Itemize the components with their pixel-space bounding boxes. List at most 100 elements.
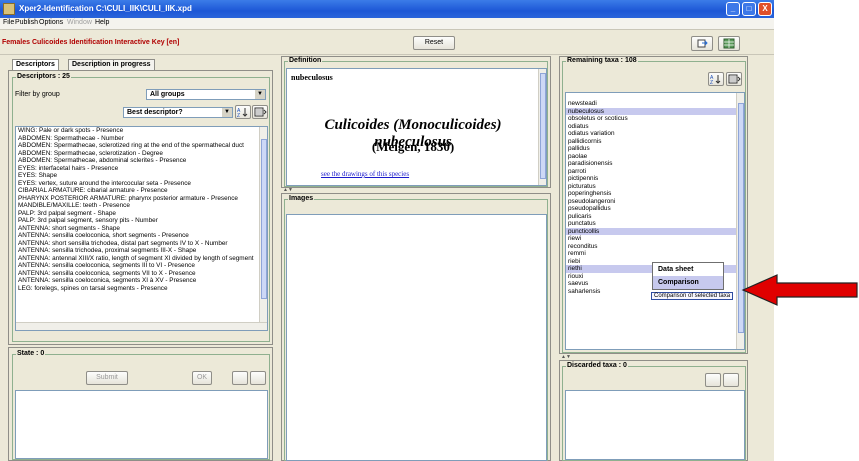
descriptor-item[interactable]: PHARYNX POSTERIOR ARMATURE: pharynx post… — [16, 195, 267, 203]
app-window: Xper2-Identification C:\CULI_IIK\CULI_II… — [0, 0, 774, 461]
descriptor-item[interactable]: ANTENNA: sensilla coeloconica, segments … — [16, 270, 267, 278]
states-group: State : 0 Submit OK — [12, 350, 270, 460]
descriptor-item[interactable]: ANTENNA: sensilla trichodea, proximal se… — [16, 247, 267, 255]
chevron-down-icon: ▼ — [255, 90, 265, 99]
taxon-item[interactable]: parroti — [566, 168, 744, 176]
taxon-item[interactable]: riewi — [566, 235, 744, 243]
descriptor-item[interactable]: EYES: vertex, suture around the intercoc… — [16, 180, 267, 188]
taxon-item[interactable]: odiatus variation — [566, 130, 744, 138]
minimize-button[interactable]: _ — [726, 2, 740, 16]
menu-window[interactable]: Window — [67, 19, 92, 26]
menu-file[interactable]: File — [3, 19, 14, 26]
descriptor-item[interactable]: MANDIBLE/MAXILLE: teeth - Presence — [16, 202, 267, 210]
taxon-item[interactable]: puncticollis — [566, 227, 744, 235]
descriptor-hscrollbar[interactable] — [16, 322, 267, 330]
taxon-item[interactable]: pallidus — [566, 145, 744, 153]
discarded-taxa-list[interactable] — [565, 390, 745, 460]
taxon-item[interactable]: paolae — [566, 153, 744, 161]
descriptor-item[interactable]: PALP: 3rd palpal segment, sensory pits -… — [16, 217, 267, 225]
menu-item-comparison[interactable]: Comparison — [653, 276, 723, 289]
sort-az-button[interactable]: AZ — [235, 105, 251, 119]
spreadsheet-button[interactable] — [718, 36, 740, 51]
descriptor-item[interactable]: ANTENNA: short segments - Shape — [16, 225, 267, 233]
descriptor-scrollbar[interactable] — [259, 127, 267, 322]
discarded-title: Discarded taxa : 0 — [566, 362, 628, 369]
definition-group: Definition nubeculosus Culicoides (Monoc… — [284, 57, 548, 187]
states-select-all-button[interactable] — [232, 371, 248, 385]
taxon-item[interactable]: newsteadi — [566, 100, 744, 108]
definition-title: Definition — [288, 57, 323, 64]
descriptor-item[interactable]: PALP: 3rd palpal segment - Shape — [16, 210, 267, 218]
ok-select[interactable]: OK — [192, 371, 212, 385]
tab-description-in-progress[interactable]: Description in progress — [68, 59, 155, 70]
descriptor-item[interactable]: EYES: interfacetal hairs - Presence — [16, 165, 267, 173]
taxon-item[interactable]: pictipennis — [566, 175, 744, 183]
descriptor-item[interactable]: EYES: Shape — [16, 172, 267, 180]
taxon-item[interactable]: nubeculosus — [566, 107, 744, 115]
descriptor-item[interactable]: ANTENNA: sensilla coeloconica, segments … — [16, 262, 267, 270]
taxon-item[interactable]: punctatus — [566, 220, 744, 228]
best-descriptor-select[interactable]: Best descriptor? ▼ — [123, 107, 233, 118]
menu-options[interactable]: Options — [39, 19, 63, 26]
export-button[interactable] — [691, 36, 713, 51]
menu-publish[interactable]: Publish — [15, 19, 38, 26]
annotation-arrow-icon — [741, 274, 858, 306]
descriptor-item[interactable]: ANTENNA: sensilla coeloconica, short seg… — [16, 232, 267, 240]
tab-descriptors[interactable]: Descriptors — [12, 59, 59, 70]
descriptor-item[interactable]: ANTENNA: sensilla coeloconica, segments … — [16, 277, 267, 285]
menu-item-data-sheet[interactable]: Data sheet — [653, 263, 723, 276]
descriptor-list[interactable]: WING: Pale or dark spots - Presence ABDO… — [15, 126, 268, 331]
descriptor-item[interactable]: ABDOMEN: Spermathecae - Number — [16, 135, 267, 143]
export-icon — [697, 39, 708, 48]
list-icon — [254, 107, 267, 117]
taxa-options-button[interactable] — [726, 72, 742, 86]
chevron-down-icon: ▼ — [222, 108, 232, 117]
states-clear-button[interactable] — [250, 371, 266, 385]
taxon-item[interactable]: reconditus — [566, 243, 744, 251]
scroll-thumb[interactable] — [261, 139, 267, 299]
definition-scrollbar[interactable] — [538, 69, 546, 185]
descriptor-item[interactable]: CIBARIAL ARMATURE: cibarial armature - P… — [16, 187, 267, 195]
descriptor-item[interactable]: ABDOMEN: Spermathecae, sclerotization - … — [16, 150, 267, 158]
sort-taxa-button[interactable]: AZ — [708, 72, 724, 86]
descriptor-item[interactable]: ANTENNA: short sensilla trichodea, dista… — [16, 240, 267, 248]
window-title: Xper2-Identification C:\CULI_IIK\CULI_II… — [19, 4, 192, 13]
taxon-item[interactable]: pulicaris — [566, 213, 744, 221]
discarded-options-button[interactable] — [723, 373, 739, 387]
descriptor-item[interactable]: ABDOMEN: Spermathecae, abdominal sclerit… — [16, 157, 267, 165]
taxon-item[interactable]: odiatus — [566, 123, 744, 131]
remaining-title: Remaining taxa : 108 — [566, 57, 638, 64]
remaining-taxa-list[interactable]: newsteadi nubeculosus obsoletus or scoti… — [565, 92, 745, 350]
descriptor-item[interactable]: ANTENNA: antennal XIII/X ratio, length o… — [16, 255, 267, 263]
descriptor-item[interactable]: WING: Pale or dark spots - Presence — [16, 127, 267, 135]
states-list[interactable] — [15, 390, 268, 459]
table-icon — [723, 38, 735, 49]
taxon-item[interactable]: poperinghensis — [566, 190, 744, 198]
taxon-item[interactable]: picturatus — [566, 183, 744, 191]
taxon-item[interactable]: pallidicornis — [566, 138, 744, 146]
discarded-sort-button[interactable] — [705, 373, 721, 387]
images-panel: Images — [281, 193, 551, 461]
list-options-button[interactable] — [252, 105, 268, 119]
descriptor-item[interactable]: LEG: forelegs, spines on tarsal segments… — [16, 285, 267, 293]
states-title: State : 0 — [16, 350, 46, 357]
drawings-link[interactable]: see the drawings of this species — [321, 170, 409, 178]
taxon-item[interactable]: obsoletus or scoticus — [566, 115, 744, 123]
descriptors-group: Descriptors : 25 Filter by group All gro… — [12, 73, 270, 342]
taxon-item[interactable]: pseudopallidus — [566, 205, 744, 213]
group-filter-select[interactable]: All groups ▼ — [146, 89, 266, 100]
taxa-scrollbar[interactable] — [736, 93, 744, 349]
descriptor-item[interactable]: ABDOMEN: Spermathecae, sclerotized ring … — [16, 142, 267, 150]
close-button[interactable]: X — [758, 2, 772, 16]
taxon-item[interactable]: remmi — [566, 250, 744, 258]
taxon-item[interactable]: pseudolangeroni — [566, 198, 744, 206]
images-area — [286, 214, 547, 461]
definition-panel: Definition nubeculosus Culicoides (Monoc… — [281, 56, 551, 188]
submit-button[interactable]: Submit — [86, 371, 128, 385]
scroll-thumb[interactable] — [540, 73, 546, 179]
taxon-item[interactable]: paradisionensis — [566, 160, 744, 168]
maximize-button[interactable]: □ — [742, 2, 756, 16]
reset-button[interactable]: Reset — [413, 36, 455, 50]
menu-help[interactable]: Help — [95, 19, 109, 26]
images-title: Images — [288, 195, 315, 202]
